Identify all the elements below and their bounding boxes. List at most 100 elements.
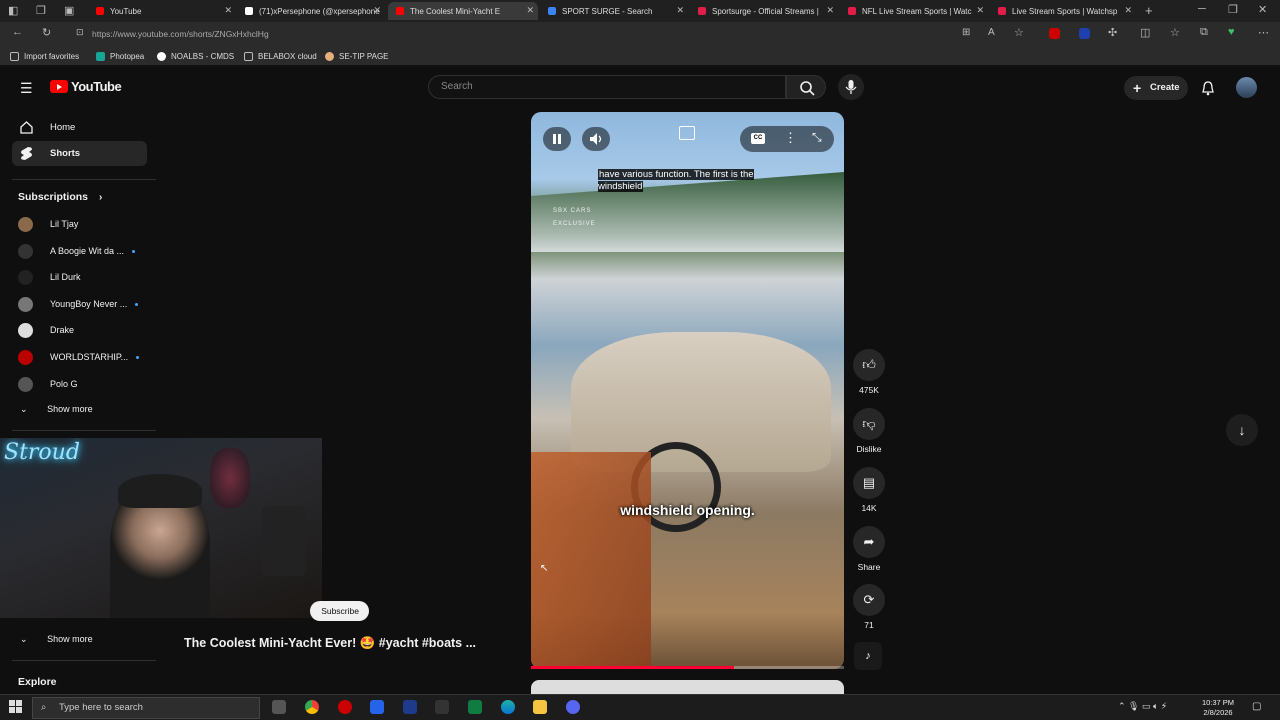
favorite-label: Import favorites: [24, 51, 80, 61]
voice-search-button[interactable]: [838, 74, 864, 100]
minimize-icon[interactable]: ─: [1198, 3, 1206, 15]
show-more-button[interactable]: ⌄ Show more: [20, 404, 93, 415]
restore-icon[interactable]: ❐: [1228, 3, 1238, 16]
miniplayer-icon[interactable]: [679, 126, 695, 140]
youtube-logo[interactable]: YouTube: [50, 79, 122, 94]
close-tab-icon[interactable]: ✕: [526, 5, 534, 16]
volume-button[interactable]: [582, 127, 610, 151]
subscription-item[interactable]: Polo G: [18, 374, 78, 394]
fullscreen-icon[interactable]: ⤡: [812, 130, 822, 145]
pause-button[interactable]: [543, 127, 571, 151]
video-title[interactable]: The Coolest Mini-Yacht Ever! 🤩 #yacht #b…: [184, 636, 476, 651]
remix-button[interactable]: ⟳ 71: [852, 584, 886, 630]
favorite-belabox[interactable]: BELABOX cloud: [244, 49, 317, 63]
split-screen-icon[interactable]: ◫: [1140, 26, 1150, 39]
task-view-icon[interactable]: [272, 700, 286, 714]
tab-youtube[interactable]: YouTube ✕: [88, 2, 236, 20]
close-tab-icon[interactable]: ✕: [1124, 5, 1132, 16]
epic-games-icon[interactable]: [435, 700, 449, 714]
taskbar-search-input[interactable]: ⌕ Type here to search: [32, 697, 260, 719]
favorite-se-tip[interactable]: SE-TIP PAGE: [325, 49, 389, 63]
workspaces-icon[interactable]: ❐: [36, 4, 46, 17]
collections-icon[interactable]: ⧉: [1200, 26, 1208, 39]
chrome-icon[interactable]: [305, 700, 319, 714]
next-short-preview[interactable]: [531, 680, 844, 694]
account-avatar[interactable]: [1236, 77, 1257, 98]
close-tab-icon[interactable]: ✕: [976, 5, 984, 16]
more-menu-icon[interactable]: ⋯: [1258, 26, 1269, 39]
close-tab-icon[interactable]: ✕: [826, 5, 834, 16]
taskbar-clock[interactable]: 10:37 PM 2/8/2026: [1196, 698, 1240, 718]
search-input[interactable]: Search: [428, 75, 786, 99]
share-button[interactable]: ➦ Share: [852, 526, 886, 572]
notion-icon[interactable]: [403, 700, 417, 714]
file-explorer-icon[interactable]: [533, 700, 547, 714]
favorite-photopea[interactable]: Photopea: [96, 49, 144, 63]
notifications-button[interactable]: [1200, 80, 1216, 101]
hamburger-menu-icon[interactable]: ☰: [20, 80, 33, 97]
extensions-icon[interactable]: ✣: [1108, 26, 1117, 39]
shorts-video-player[interactable]: SBX CARS EXCLUSIVE: [531, 112, 844, 669]
refresh-icon[interactable]: ↻: [42, 26, 51, 39]
subscription-item[interactable]: Drake: [18, 320, 74, 340]
chevron-down-icon: ⌄: [20, 634, 28, 644]
subscription-label: A Boogie Wit da ...: [50, 246, 125, 256]
ublock-extension-icon[interactable]: [1049, 28, 1060, 39]
cc-icon[interactable]: CC: [751, 133, 765, 144]
subscription-item[interactable]: WORLDSTARHIP...: [18, 347, 140, 367]
tab-tiktok[interactable]: (71)xPersephone (@xpersephone ✕: [237, 2, 385, 20]
shorts-icon: [21, 147, 32, 160]
search-button[interactable]: [786, 75, 826, 99]
store-icon[interactable]: [370, 700, 384, 714]
windows-start-icon[interactable]: [9, 700, 23, 714]
close-tab-icon[interactable]: ✕: [224, 5, 232, 16]
subscription-item[interactable]: Lil Durk: [18, 267, 81, 287]
create-button[interactable]: + Create: [1124, 76, 1188, 100]
dislike-button[interactable]: 👎︎ Dislike: [852, 408, 886, 454]
comments-button[interactable]: ▤ 14K: [852, 467, 886, 513]
site-info-icon[interactable]: ⊡: [76, 27, 84, 38]
favorite-star-icon[interactable]: ☆: [1014, 26, 1024, 39]
tab-active-video[interactable]: The Coolest Mini-Yacht E ✕: [388, 2, 538, 20]
profile-icon[interactable]: ◧: [8, 4, 18, 17]
apps-icon[interactable]: ⊞: [962, 27, 970, 38]
back-icon[interactable]: ←: [12, 26, 23, 38]
system-tray-icons[interactable]: ⌃ 🎙︎ ▭ 🔈︎ ⚡︎: [1118, 701, 1167, 712]
favorites-icon[interactable]: ☆: [1170, 26, 1180, 39]
tab-live-stream[interactable]: Live Stream Sports | Watchsp ✕: [990, 2, 1136, 20]
read-aloud-icon[interactable]: A: [988, 27, 995, 38]
tab-actions-icon[interactable]: ▣: [64, 4, 74, 17]
subscription-item[interactable]: Lil Tjay: [18, 214, 78, 234]
subscribe-button[interactable]: Subscribe: [310, 601, 369, 621]
like-button[interactable]: 👍︎ 475K: [852, 349, 886, 395]
obs-icon[interactable]: [338, 700, 352, 714]
tab-nfl-stream[interactable]: NFL Live Stream Sports | Watc ✕: [840, 2, 988, 20]
favorite-noalbs[interactable]: NOALBS - CMDS: [157, 49, 234, 63]
close-window-icon[interactable]: ✕: [1258, 3, 1267, 16]
close-tab-icon[interactable]: ✕: [676, 5, 684, 16]
favorite-import[interactable]: Import favorites: [10, 49, 79, 63]
more-options-icon[interactable]: ⋮: [784, 130, 797, 146]
video-progress-bar[interactable]: [531, 666, 844, 669]
close-tab-icon[interactable]: ✕: [373, 5, 381, 16]
sidebar-item-shorts[interactable]: Shorts: [12, 141, 147, 166]
audio-track-thumbnail[interactable]: ♪: [854, 642, 882, 670]
subscription-item[interactable]: A Boogie Wit da ...: [18, 241, 136, 261]
url-field[interactable]: https://www.youtube.com/shorts/ZNGxHxhcl…: [92, 25, 952, 43]
new-tab-icon[interactable]: +: [1145, 3, 1153, 18]
tab-search[interactable]: SPORT SURGE - Search ✕: [540, 2, 688, 20]
notifications-icon[interactable]: ▢: [1252, 701, 1261, 712]
extension-icon[interactable]: [1079, 28, 1090, 39]
sidebar-item-home[interactable]: Home: [12, 115, 147, 140]
subscription-label: Polo G: [50, 379, 78, 389]
browser-essentials-icon[interactable]: ♥: [1228, 26, 1235, 38]
edge-icon[interactable]: [501, 700, 515, 714]
show-more-button-2[interactable]: ⌄ Show more: [20, 634, 93, 645]
comment-count: 14K: [861, 503, 877, 513]
tab-sportsurge[interactable]: Sportsurge - Official Streams | ✕: [690, 2, 838, 20]
discord-icon[interactable]: [566, 700, 580, 714]
next-video-button[interactable]: ↓: [1226, 414, 1258, 446]
subscription-item[interactable]: YoungBoy Never ...: [18, 294, 139, 314]
excel-icon[interactable]: [468, 700, 482, 714]
subscriptions-header[interactable]: Subscriptions ›: [18, 191, 102, 203]
